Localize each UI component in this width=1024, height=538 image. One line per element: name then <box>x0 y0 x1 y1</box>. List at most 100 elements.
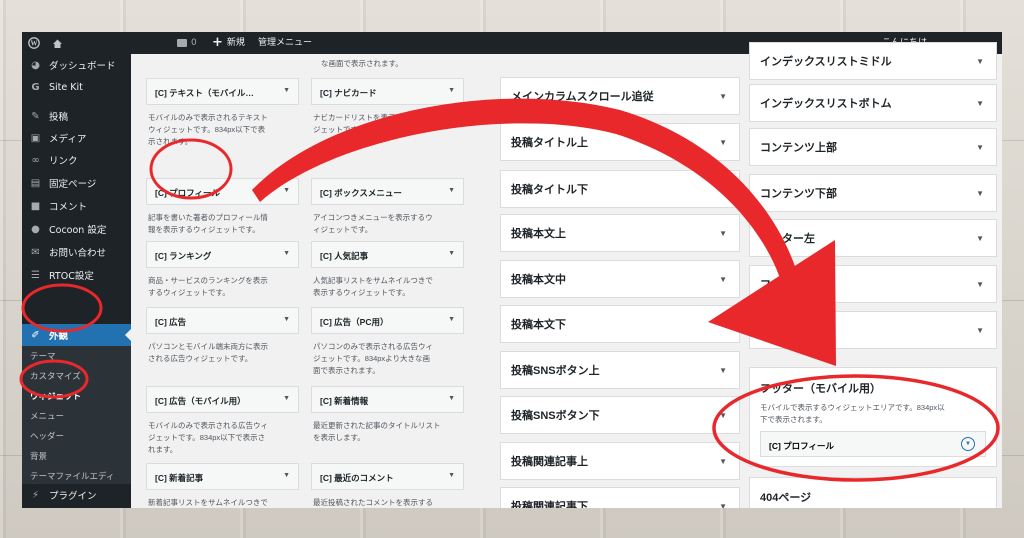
caret-down-icon[interactable]: ▼ <box>448 395 455 402</box>
caret-down-icon[interactable]: ▼ <box>976 57 984 66</box>
widget-area[interactable]: フッター左 ▼ <box>749 219 997 257</box>
sidebar-item-contact[interactable]: ✉ お問い合わせ <box>22 241 131 263</box>
available-widget[interactable]: [C] ランキング ▼ <box>146 241 299 268</box>
sidebar-item-links[interactable]: ∞ リンク <box>22 149 131 171</box>
widget-area[interactable]: 投稿本文下 ▼ <box>500 305 740 343</box>
widget-area[interactable]: 投稿タイトル上 ▼ <box>500 123 740 161</box>
available-widget[interactable]: [C] テキスト（モバイル… ▼ <box>146 78 299 105</box>
sidebar-item-plugins[interactable]: ⚡ プラグイン <box>22 484 131 506</box>
caret-down-icon[interactable]: ▼ <box>976 280 984 289</box>
widget-area[interactable]: インデックスリストミドル ▼ <box>749 42 997 80</box>
caret-down-icon[interactable]: ▼ <box>976 189 984 198</box>
available-widget[interactable]: [C] 最近のコメント ▼ <box>311 463 464 490</box>
caret-down-icon[interactable]: ▼ <box>719 411 727 420</box>
caret-down-icon[interactable]: ▼ <box>448 472 455 479</box>
wordpress-logo-icon[interactable]: W <box>28 32 40 54</box>
caret-down-icon[interactable]: ▼ <box>283 87 290 94</box>
widget-area-404[interactable]: 404ページ <box>749 477 997 508</box>
caret-down-icon[interactable]: ▼ <box>719 92 727 101</box>
widget-area[interactable]: 投稿本文上 ▼ <box>500 214 740 252</box>
caret-down-icon[interactable]: ▼ <box>283 250 290 257</box>
caret-down-icon[interactable]: ▼ <box>719 185 727 194</box>
available-widget[interactable]: [C] 広告（モバイル用） ▼ <box>146 386 299 413</box>
expand-circle-icon[interactable]: ▼ <box>961 437 975 451</box>
submenu-theme[interactable]: テーマ <box>30 352 56 363</box>
svg-text:W: W <box>31 40 38 48</box>
footer-mobile-title: フッター（モバイル用） <box>760 383 881 395</box>
available-widget[interactable]: [C] 人気記事 ▼ <box>311 241 464 268</box>
caret-down-icon[interactable]: ▼ <box>976 143 984 152</box>
submenu-menus[interactable]: メニュー <box>30 412 64 423</box>
caret-down-icon[interactable]: ▼ <box>976 326 984 335</box>
sidebar-item-dashboard[interactable]: ◕ ダッシュボード <box>22 54 131 76</box>
widget-area-footer-mobile[interactable]: フッター（モバイル用） モバイルで表示するウィジェットエリアです。834px以 … <box>749 367 997 467</box>
sidebar-item-comments[interactable]: ■ コメント <box>22 195 131 217</box>
widget-area[interactable]: フッター右 ▼ <box>749 311 997 349</box>
widget-area[interactable]: コンテンツ上部 ▼ <box>749 128 997 166</box>
submenu-header[interactable]: ヘッダー <box>30 432 64 443</box>
caret-down-icon[interactable]: ▼ <box>448 250 455 257</box>
sidebar-item-posts[interactable]: ✎ 投稿 <box>22 105 131 127</box>
widget-area[interactable]: 投稿タイトル下 ▼ <box>500 170 740 208</box>
footer-mobile-desc-1: モバイルで表示するウィジェットエリアです。834px以 <box>760 403 945 412</box>
sidebar-item-appearance[interactable]: ✐ 外観 <box>22 324 131 346</box>
widget-desc: れます。 <box>148 445 178 454</box>
widget-area[interactable]: 投稿本文中 ▼ <box>500 260 740 298</box>
caret-down-icon[interactable]: ▼ <box>719 457 727 466</box>
widget-area[interactable]: 投稿SNSボタン下 ▼ <box>500 396 740 434</box>
widget-desc: ナビカードリストを表示するウィ <box>313 113 426 122</box>
widget-area[interactable]: メインカラムスクロール追従 ▼ <box>500 77 740 115</box>
caret-down-icon[interactable]: ▼ <box>976 99 984 108</box>
sidebar-item-media[interactable]: ▣ メディア <box>22 127 131 149</box>
submenu-customize[interactable]: カスタマイズ <box>30 372 81 383</box>
widget-desc: 示されます。 <box>148 137 193 146</box>
caret-down-icon[interactable]: ▼ <box>719 366 727 375</box>
widget-desc: ジェットです。834px以下で表示さ <box>148 433 266 442</box>
widget-area[interactable]: インデックスリストボトム ▼ <box>749 84 997 122</box>
widget-desc: 最近投稿されたコメントを表示する <box>313 498 433 507</box>
available-widget[interactable]: [C] 広告（PC用） ▼ <box>311 307 464 334</box>
widget-desc: ィジェットです。 <box>313 225 373 234</box>
sidebar-item-rtoc[interactable]: ☰ RTOC設定 <box>22 264 131 286</box>
submenu-widgets[interactable]: ウィジェット <box>30 392 81 403</box>
caret-down-icon[interactable]: ▼ <box>719 138 727 147</box>
available-widget[interactable]: [C] 新着記事 ▼ <box>146 463 299 490</box>
sidebar-item-sitekit[interactable]: G Site Kit <box>22 76 131 98</box>
widget-area-label: 投稿関連記事下 <box>511 501 588 508</box>
available-widget[interactable]: [C] 新着情報 ▼ <box>311 386 464 413</box>
caret-down-icon[interactable]: ▼ <box>283 187 290 194</box>
widget-desc: 面で表示されます。 <box>313 366 380 375</box>
caret-down-icon[interactable]: ▼ <box>719 502 727 509</box>
submenu-theme-editor[interactable]: テーマファイルエディ <box>30 472 114 483</box>
sidebar-item-pages[interactable]: ▤ 固定ページ <box>22 172 131 194</box>
widget-desc: 記事を書いた著者のプロフィール情 <box>148 213 268 222</box>
widget-area-label: フッター右 <box>760 325 815 337</box>
widget-area[interactable]: 投稿関連記事下 ▼ <box>500 487 740 508</box>
caret-down-icon[interactable]: ▼ <box>283 316 290 323</box>
sidebar-item-cocoon[interactable]: ● Cocoon 設定 <box>22 218 131 240</box>
new-content-link[interactable]: + 新規 <box>212 32 245 54</box>
widget-area[interactable]: フッター中 ▼ <box>749 265 997 303</box>
available-widget[interactable]: [C] 広告 ▼ <box>146 307 299 334</box>
caret-down-icon[interactable]: ▼ <box>719 320 727 329</box>
caret-down-icon[interactable]: ▼ <box>719 229 727 238</box>
home-icon[interactable] <box>52 32 63 54</box>
available-widget[interactable]: [C] ボックスメニュー ▼ <box>311 178 464 205</box>
caret-down-icon[interactable]: ▼ <box>283 395 290 402</box>
admin-menu-link[interactable]: 管理メニュー <box>258 32 312 54</box>
caret-down-icon[interactable]: ▼ <box>976 234 984 243</box>
caret-down-icon[interactable]: ▼ <box>719 275 727 284</box>
comments-link[interactable]: 0 <box>177 32 197 54</box>
caret-down-icon[interactable]: ▼ <box>448 316 455 323</box>
widget-title: [C] 新着情報 <box>320 396 369 406</box>
available-widget[interactable]: [C] プロフィール ▼ <box>146 178 299 205</box>
widget-area[interactable]: 投稿関連記事上 ▼ <box>500 442 740 480</box>
available-widget[interactable]: [C] ナビカード ▼ <box>311 78 464 105</box>
submenu-background[interactable]: 背景 <box>30 452 47 463</box>
caret-down-icon[interactable]: ▼ <box>448 187 455 194</box>
widget-area[interactable]: 投稿SNSボタン上 ▼ <box>500 351 740 389</box>
caret-down-icon[interactable]: ▼ <box>283 472 290 479</box>
profile-widget-in-footer[interactable]: [C] プロフィール ▼ <box>760 431 986 457</box>
widget-area[interactable]: コンテンツ下部 ▼ <box>749 174 997 212</box>
caret-down-icon[interactable]: ▼ <box>448 87 455 94</box>
